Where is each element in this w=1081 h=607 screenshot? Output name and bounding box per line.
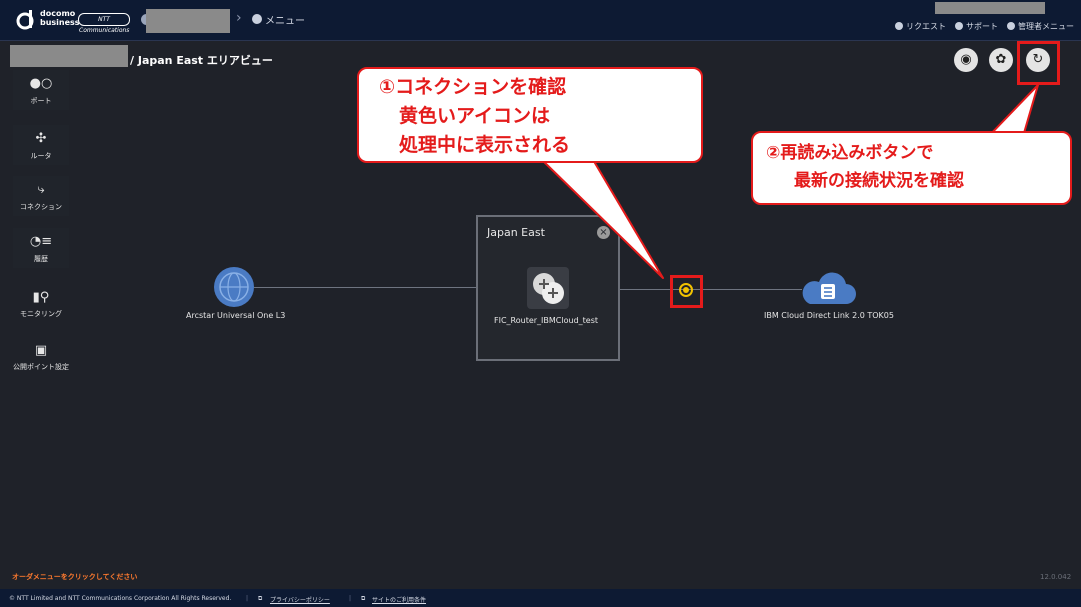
port-icon: ●○ [29,76,53,91]
status-highlight-frame [670,275,703,308]
globe-icon [219,272,249,302]
sidebar-item-public-point[interactable]: ▣ 公開ポイント設定 [8,343,74,372]
gear-icon [1007,22,1015,30]
close-icon[interactable]: × [597,226,610,239]
help-icon [955,22,963,30]
footer: © NTT Limited and NTT Communications Cor… [0,589,1081,607]
globe-button[interactable]: ◉ [954,48,978,72]
order-message: オーダメニューをクリックしてください [12,573,138,581]
terms-link[interactable]: サイトのご利用条件 [372,595,426,604]
docomo-logo-icon [16,10,34,30]
sidebar-item-monitoring[interactable]: ▮⚲ モニタリング [8,290,74,319]
request-link[interactable]: リクエスト [895,21,946,32]
callout-reload-check: ②再読み込みボタンで 最新の接続状況を確認 [751,131,1072,205]
history-icon: ◔≡ [29,234,53,249]
japan-east-area-box[interactable]: Japan East × FIC_Router_IBMCloud_test [476,215,620,361]
menu-link[interactable]: メニュー [265,12,305,27]
breadcrumb-redacted[interactable] [10,45,128,67]
sidebar-item-port[interactable]: ●○ ポート [13,70,69,110]
sidebar-item-connection[interactable]: ⤷ コネクション [13,176,69,216]
reload-highlight-frame [1017,41,1060,85]
tenant-name-redacted[interactable] [146,9,230,33]
menu-check-icon [252,14,262,24]
router-icon [533,273,564,304]
gear-icon: ✿ [995,52,1007,67]
connection-icon: ⤷ [37,182,45,197]
external-link-icon: ⧉ [361,595,366,602]
area-box-title: Japan East [487,226,545,239]
chevron-right-icon: › [236,10,242,26]
ntt-logo: NTT Communications [78,13,130,34]
connection-line-right[interactable] [616,289,802,290]
footer-divider: | [349,595,352,602]
ibm-cloud-node[interactable] [800,270,856,306]
external-link-icon: ⧉ [258,595,263,602]
callout-connection-check: ①コネクションを確認 黄色いアイコンは 処理中に表示される [357,67,703,163]
universal-one-node[interactable] [214,267,254,307]
sidebar-item-router[interactable]: ✣ ルータ [13,125,69,165]
router-node[interactable] [527,267,569,309]
ibm-cloud-label: IBM Cloud Direct Link 2.0 TOK05 [764,311,894,320]
bell-icon [895,22,903,30]
footer-divider: | [246,595,249,602]
globe-icon: ◉ [960,52,972,67]
support-link[interactable]: サポート [955,21,998,32]
admin-menu-link[interactable]: 管理者メニュー [1007,21,1074,32]
privacy-policy-link[interactable]: プライバシーポリシー [270,595,330,604]
top-header: docomo business NTT Communications › メニュ… [0,0,1081,41]
user-name-redacted [935,2,1045,14]
router-name-label: FIC_Router_IBMCloud_test [494,316,599,325]
connection-line-left[interactable] [254,287,476,288]
router-icon: ✣ [35,131,47,146]
page-title: / Japan East エリアビュー [130,54,273,67]
monitoring-icon: ▮⚲ [32,290,50,305]
cloud-icon [802,272,856,304]
brand-logo-text: docomo business [40,9,80,27]
sidebar-item-history[interactable]: ◔≡ 履歴 [13,228,69,268]
settings-button[interactable]: ✿ [989,48,1013,72]
universal-one-label: Arcstar Universal One L3 [186,311,286,320]
copyright-text: © NTT Limited and NTT Communications Cor… [9,595,232,602]
monitor-icon: ▣ [34,343,48,358]
version-label: 12.0.042 [1040,573,1072,581]
